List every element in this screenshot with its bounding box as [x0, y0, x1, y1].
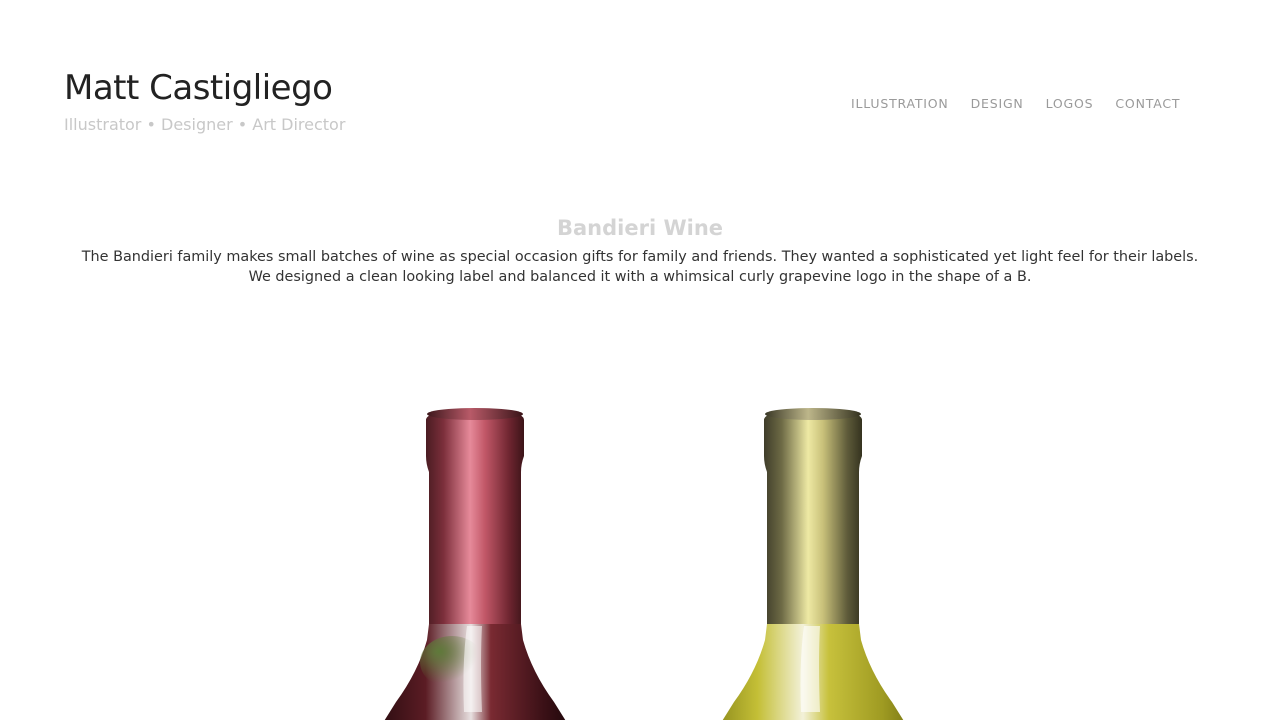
nav-illustration[interactable]: ILLUSTRATION: [851, 95, 949, 113]
red-bottle-illustration: [384, 408, 566, 720]
nav-design[interactable]: DESIGN: [971, 95, 1024, 113]
red-wine-bottle-image[interactable]: [292, 372, 647, 720]
main-nav: ILLUSTRATION DESIGN LOGOS CONTACT: [851, 95, 1180, 113]
nav-logos[interactable]: LOGOS: [1046, 95, 1094, 113]
site-title-link[interactable]: Matt Castigliego: [64, 66, 333, 110]
project-description: The Bandieri family makes small batches …: [81, 249, 1199, 285]
nav-contact[interactable]: CONTACT: [1115, 95, 1180, 113]
tagline: Illustrator • Designer • Art Director: [64, 115, 346, 134]
white-bottle-illustration: [722, 408, 904, 720]
white-wine-bottle-image[interactable]: [648, 372, 970, 720]
project-title: Bandieri Wine: [556, 216, 724, 240]
page: Matt Castigliego Illustrator • Designer …: [0, 0, 1280, 720]
